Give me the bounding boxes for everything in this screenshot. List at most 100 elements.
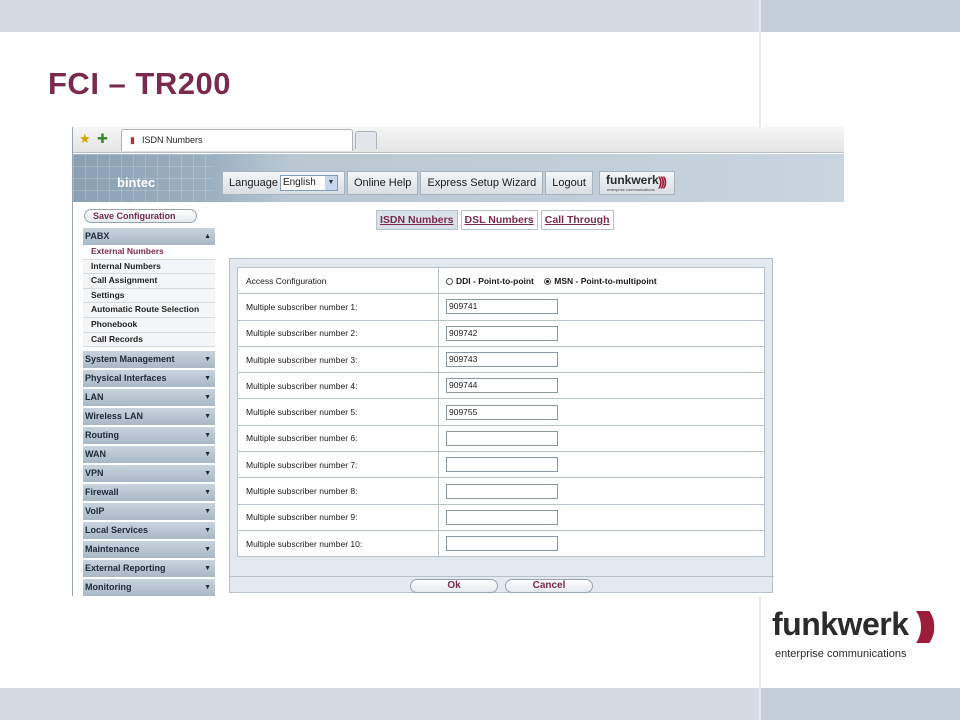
sidebar: Save Configuration PABX ▲ External Numbe… xyxy=(73,204,215,596)
bottom-band-accent xyxy=(761,688,960,720)
tab-isdn-numbers[interactable]: ISDN Numbers xyxy=(376,210,458,230)
form-row-msn-10: Multiple subscriber number 10: xyxy=(237,529,765,558)
logo-tagline: enterprise communications xyxy=(775,648,907,660)
sidebar-item-internal-numbers[interactable]: Internal Numbers xyxy=(83,259,215,275)
msn-10-label: Multiple subscriber number 10: xyxy=(237,529,439,558)
sidebar-section-wireless-lan[interactable]: Wireless LAN ▼ xyxy=(83,408,215,426)
sidebar-section-lan[interactable]: LAN ▼ xyxy=(83,389,215,407)
browser-screenshot: ★ ✚ ▮ ISDN Numbers bintec Language Engli… xyxy=(72,127,844,596)
sidebar-item-call-assignment[interactable]: Call Assignment xyxy=(83,274,215,289)
msn-5-label: Multiple subscriber number 5: xyxy=(237,398,439,426)
browser-tab-label: ISDN Numbers xyxy=(142,135,203,145)
msn-2-input[interactable]: 909742 xyxy=(446,325,558,341)
msn-6-input[interactable] xyxy=(446,430,558,446)
ok-button[interactable]: Ok xyxy=(410,579,498,593)
form-button-bar: Ok Cancel xyxy=(230,576,774,594)
header-logo-word: funkwerk xyxy=(606,173,659,187)
sidebar-section-label: PABX xyxy=(85,231,110,241)
tab-call-through[interactable]: Call Through xyxy=(540,210,614,230)
form-row-access-configuration: Access Configuration DDI - Point-to-poin… xyxy=(237,266,765,295)
signal-waves-icon: ))) xyxy=(658,174,667,189)
ddi-radio[interactable] xyxy=(446,277,453,285)
save-configuration-button[interactable]: Save Configuration xyxy=(84,209,197,223)
sidebar-section-wan[interactable]: WAN ▼ xyxy=(83,446,215,464)
msn-9-input[interactable] xyxy=(446,509,558,525)
cancel-button[interactable]: Cancel xyxy=(505,579,593,593)
sidebar-item-external-numbers[interactable]: External Numbers xyxy=(83,245,215,260)
chevron-down-icon: ▼ xyxy=(204,432,211,440)
sidebar-section-routing[interactable]: Routing ▼ xyxy=(83,427,215,445)
msn-3-input[interactable]: 909743 xyxy=(446,352,558,368)
chevron-down-icon: ▼ xyxy=(204,394,211,402)
browser-tab-isdn-numbers[interactable]: ▮ ISDN Numbers xyxy=(121,129,353,151)
isdn-numbers-form: Access Configuration DDI - Point-to-poin… xyxy=(237,266,765,558)
isdn-numbers-panel: Access Configuration DDI - Point-to-poin… xyxy=(229,258,774,594)
header-logo: funkwerk enterprise communications ))) xyxy=(599,171,675,195)
form-row-msn-9: Multiple subscriber number 9: xyxy=(237,503,765,531)
chevron-up-icon: ▲ xyxy=(204,233,211,240)
chevron-down-icon: ▼ xyxy=(204,356,211,364)
sidebar-section-vpn[interactable]: VPN ▼ xyxy=(83,465,215,483)
msn-7-input[interactable] xyxy=(446,457,558,473)
chevron-down-icon: ▼ xyxy=(204,413,211,421)
header-logo-tagline: enterprise communications xyxy=(607,187,655,192)
chevron-down-icon: ▼ xyxy=(204,375,211,383)
browser-tab-bar: ★ ✚ ▮ ISDN Numbers xyxy=(73,127,844,153)
bottom-band xyxy=(0,688,759,720)
msn-4-label: Multiple subscriber number 4: xyxy=(237,372,439,400)
sidebar-section-voip[interactable]: VoIP ▼ xyxy=(83,503,215,521)
chevron-down-icon: ▼ xyxy=(204,527,211,535)
top-band-accent xyxy=(761,0,960,32)
sidebar-section-maintenance[interactable]: Maintenance ▼ xyxy=(83,541,215,559)
online-help-button[interactable]: Online Help xyxy=(346,171,419,195)
msn-9-label: Multiple subscriber number 9: xyxy=(237,503,439,531)
main-content: ISDN Numbers DSL Numbers Call Through Ac… xyxy=(215,204,844,596)
msn-7-label: Multiple subscriber number 7: xyxy=(237,451,439,479)
add-favorite-icon[interactable]: ✚ xyxy=(97,131,108,147)
msn-1-input[interactable]: 909741 xyxy=(446,299,558,315)
sidebar-section-system-management[interactable]: System Management ▼ xyxy=(83,351,215,369)
msn-5-input[interactable]: 909755 xyxy=(446,404,558,420)
sidebar-item-call-records[interactable]: Call Records xyxy=(83,332,215,348)
sidebar-item-settings[interactable]: Settings xyxy=(83,288,215,304)
page-icon: ▮ xyxy=(130,135,135,145)
sidebar-item-automatic-route-selection[interactable]: Automatic Route Selection xyxy=(83,303,215,318)
signal-waves-icon: ))) xyxy=(916,606,936,644)
language-select[interactable]: English ▼ xyxy=(279,175,338,191)
msn-1-label: Multiple subscriber number 1: xyxy=(237,293,439,321)
sidebar-section-firewall[interactable]: Firewall ▼ xyxy=(83,484,215,502)
slide-title: FCI – TR200 xyxy=(48,66,231,101)
chevron-down-icon: ▼ xyxy=(204,489,211,497)
sidebar-section-monitoring[interactable]: Monitoring ▼ xyxy=(83,579,215,596)
language-label: Language xyxy=(229,177,278,189)
express-setup-wizard-button[interactable]: Express Setup Wizard xyxy=(420,171,544,195)
msn-radio[interactable] xyxy=(544,277,552,285)
new-tab-button[interactable] xyxy=(355,131,377,149)
sidebar-section-pabx[interactable]: PABX ▲ xyxy=(83,228,215,245)
form-row-msn-1: Multiple subscriber number 1: 909741 xyxy=(237,293,765,321)
chevron-down-icon: ▼ xyxy=(204,451,211,459)
language-value: English xyxy=(282,177,316,188)
form-row-msn-6: Multiple subscriber number 6: xyxy=(237,424,765,453)
logout-button[interactable]: Logout xyxy=(545,171,593,195)
tab-dsl-numbers[interactable]: DSL Numbers xyxy=(460,210,538,230)
brand-name: bintec xyxy=(117,175,156,190)
app-header: bintec Language English ▼ Online Help Ex… xyxy=(73,154,844,202)
content-tabs: ISDN Numbers DSL Numbers Call Through xyxy=(376,210,614,230)
chevron-down-icon: ▼ xyxy=(204,584,211,592)
msn-8-input[interactable] xyxy=(446,483,558,499)
sidebar-item-phonebook[interactable]: Phonebook xyxy=(83,317,215,333)
access-configuration-options: DDI - Point-to-point MSN - Point-to-mult… xyxy=(438,266,765,295)
msn-3-label: Multiple subscriber number 3: xyxy=(237,345,439,374)
sidebar-section-physical-interfaces[interactable]: Physical Interfaces ▼ xyxy=(83,370,215,388)
sidebar-section-external-reporting[interactable]: External Reporting ▼ xyxy=(83,560,215,578)
sidebar-section-local-services[interactable]: Local Services ▼ xyxy=(83,522,215,540)
form-row-msn-3: Multiple subscriber number 3: 909743 xyxy=(237,345,765,374)
msn-4-input[interactable]: 909744 xyxy=(446,378,558,394)
top-band xyxy=(0,0,759,32)
chevron-down-icon[interactable]: ▼ xyxy=(324,176,337,190)
chevron-down-icon: ▼ xyxy=(204,470,211,478)
star-icon[interactable]: ★ xyxy=(79,131,91,147)
msn-10-input[interactable] xyxy=(446,536,558,552)
form-row-msn-7: Multiple subscriber number 7: xyxy=(237,451,765,479)
